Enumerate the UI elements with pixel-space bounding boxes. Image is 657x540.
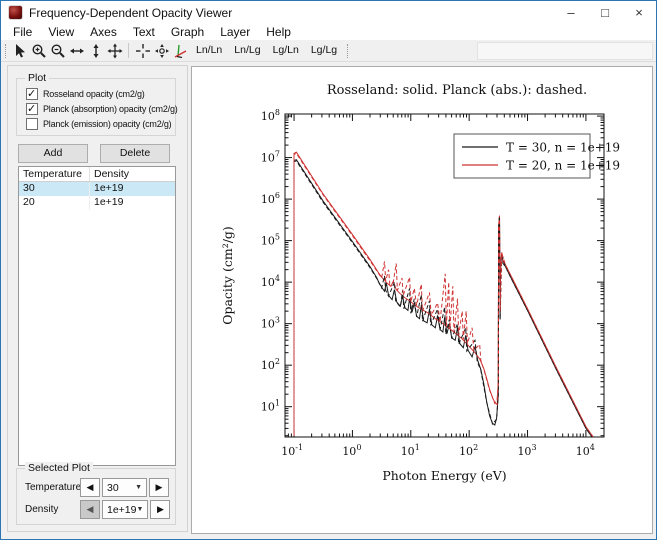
svg-text:Opacity (cm²/g): Opacity (cm²/g) <box>220 226 235 325</box>
toolbar-dock-area <box>477 42 653 60</box>
menu-file[interactable]: File <box>5 24 40 40</box>
temperature-next-button[interactable]: ▶ <box>149 478 169 497</box>
plot-table: Temperature Density 30 1e+19 20 1e+19 <box>18 166 176 466</box>
cell-density: 1e+19 <box>90 196 175 210</box>
scale-lglg-button[interactable]: Lg/Lg <box>305 41 343 60</box>
density-next-button[interactable]: ▶ <box>150 500 170 519</box>
title-bar: Frequency-Dependent Opacity Viewer – □ × <box>1 1 656 24</box>
zoom-out-icon[interactable] <box>48 41 67 60</box>
svg-text:T = 30, n = 1e+19: T = 30, n = 1e+19 <box>506 141 620 155</box>
app-window: Frequency-Dependent Opacity Viewer – □ ×… <box>0 0 657 540</box>
checkbox-box-1[interactable] <box>26 103 38 115</box>
svg-text:101: 101 <box>401 443 420 458</box>
svg-text:101: 101 <box>261 399 280 414</box>
cell-density: 1e+19 <box>90 182 175 196</box>
menu-text[interactable]: Text <box>125 24 163 40</box>
opacity-chart: Rosseland: solid. Planck (abs.): dashed.… <box>192 67 652 533</box>
plot-groupbox-label: Plot <box>25 72 49 84</box>
toolbar-grip-2 <box>347 44 348 58</box>
temperature-label: Temperature <box>25 482 80 493</box>
plot-panel: Rosseland: solid. Planck (abs.): dashed.… <box>191 66 653 534</box>
zoom-in-icon[interactable] <box>29 41 48 60</box>
checkbox-label: Planck (emission) opacity (cm2/g) <box>43 119 171 129</box>
chevron-down-icon: ▼ <box>137 506 144 513</box>
menu-help[interactable]: Help <box>258 24 299 40</box>
scale-lgln-button[interactable]: Lg/Ln <box>267 41 305 60</box>
plot-groupbox: Plot Rosseland opacity (cm2/g) Planck (a… <box>16 78 176 136</box>
checkbox-rosseland[interactable]: Rosseland opacity (cm2/g) <box>26 87 145 100</box>
column-density: Density <box>90 167 175 181</box>
minimize-button[interactable]: – <box>554 1 588 24</box>
menu-layer[interactable]: Layer <box>212 24 258 40</box>
table-row[interactable]: 30 1e+19 <box>19 182 175 196</box>
move-icon[interactable] <box>105 41 124 60</box>
menu-graph[interactable]: Graph <box>163 24 212 40</box>
scale-vertical-icon[interactable] <box>86 41 105 60</box>
svg-text:Rosseland: solid. Planck (abs.: Rosseland: solid. Planck (abs.): dashed. <box>327 83 587 98</box>
density-combobox[interactable]: 1e+19 ▼ <box>102 500 148 519</box>
svg-text:100: 100 <box>342 443 361 458</box>
svg-text:102: 102 <box>261 357 280 372</box>
chevron-down-icon: ▼ <box>135 484 142 491</box>
scale-lnlg-button[interactable]: Ln/Lg <box>228 41 266 60</box>
selected-plot-groupbox: Selected Plot Temperature ◀ 30 ▼ ▶ Densi… <box>16 468 176 525</box>
svg-text:103: 103 <box>517 443 536 458</box>
selected-plot-label: Selected Plot <box>25 462 93 474</box>
svg-text:105: 105 <box>261 233 280 248</box>
window-title: Frequency-Dependent Opacity Viewer <box>29 6 232 20</box>
app-icon <box>8 5 23 20</box>
axes-icon[interactable] <box>171 41 190 60</box>
cell-temperature: 20 <box>19 196 90 210</box>
column-temperature: Temperature <box>19 167 90 181</box>
svg-text:108: 108 <box>261 108 280 123</box>
menu-axes[interactable]: Axes <box>82 24 125 40</box>
temperature-prev-button[interactable]: ◀ <box>80 478 100 497</box>
pan-icon[interactable] <box>152 41 171 60</box>
cell-temperature: 30 <box>19 182 90 196</box>
checkbox-planck-absorption[interactable]: Planck (absorption) opacity (cm2/g) <box>26 102 178 115</box>
svg-text:102: 102 <box>459 443 478 458</box>
temperature-spinner-row: Temperature ◀ 30 ▼ ▶ <box>25 478 169 497</box>
toolbar-grip <box>5 44 6 58</box>
crosshair-icon[interactable] <box>133 41 152 60</box>
svg-text:104: 104 <box>576 443 595 458</box>
svg-text:T = 20, n = 1e+19: T = 20, n = 1e+19 <box>506 159 620 173</box>
svg-text:104: 104 <box>261 274 280 289</box>
toolbar: Ln/Ln Ln/Lg Lg/Ln Lg/Lg <box>1 40 656 62</box>
scale-horizontal-icon[interactable] <box>67 41 86 60</box>
menu-bar: File View Axes Text Graph Layer Help <box>1 24 656 40</box>
scale-lnln-button[interactable]: Ln/Ln <box>190 41 228 60</box>
svg-text:Photon Energy (eV): Photon Energy (eV) <box>382 468 506 483</box>
temperature-value: 30 <box>107 482 119 494</box>
checkbox-box-0[interactable] <box>26 88 38 100</box>
temperature-combobox[interactable]: 30 ▼ <box>102 478 147 497</box>
menu-view[interactable]: View <box>40 24 82 40</box>
svg-text:106: 106 <box>261 191 280 206</box>
density-value: 1e+19 <box>107 504 137 516</box>
svg-text:103: 103 <box>261 316 280 331</box>
close-button[interactable]: × <box>622 1 656 24</box>
pointer-icon[interactable] <box>10 41 29 60</box>
table-row[interactable]: 20 1e+19 <box>19 196 175 210</box>
checkbox-label: Rosseland opacity (cm2/g) <box>43 89 145 99</box>
add-button[interactable]: Add <box>18 144 88 163</box>
delete-button[interactable]: Delete <box>100 144 170 163</box>
toolbar-separator <box>128 43 129 58</box>
maximize-button[interactable]: □ <box>588 1 622 24</box>
svg-text:107: 107 <box>261 150 280 165</box>
table-header: Temperature Density <box>19 167 175 182</box>
svg-text:10-1: 10-1 <box>281 443 303 458</box>
checkbox-label: Planck (absorption) opacity (cm2/g) <box>43 104 178 114</box>
density-spinner-row: Density ◀ 1e+19 ▼ ▶ <box>25 500 169 519</box>
density-label: Density <box>25 504 80 515</box>
checkbox-box-2[interactable] <box>26 118 38 130</box>
density-prev-button[interactable]: ◀ <box>80 500 100 519</box>
checkbox-planck-emission[interactable]: Planck (emission) opacity (cm2/g) <box>26 117 171 130</box>
sidebar-panel: Plot Rosseland opacity (cm2/g) Planck (a… <box>7 65 188 532</box>
